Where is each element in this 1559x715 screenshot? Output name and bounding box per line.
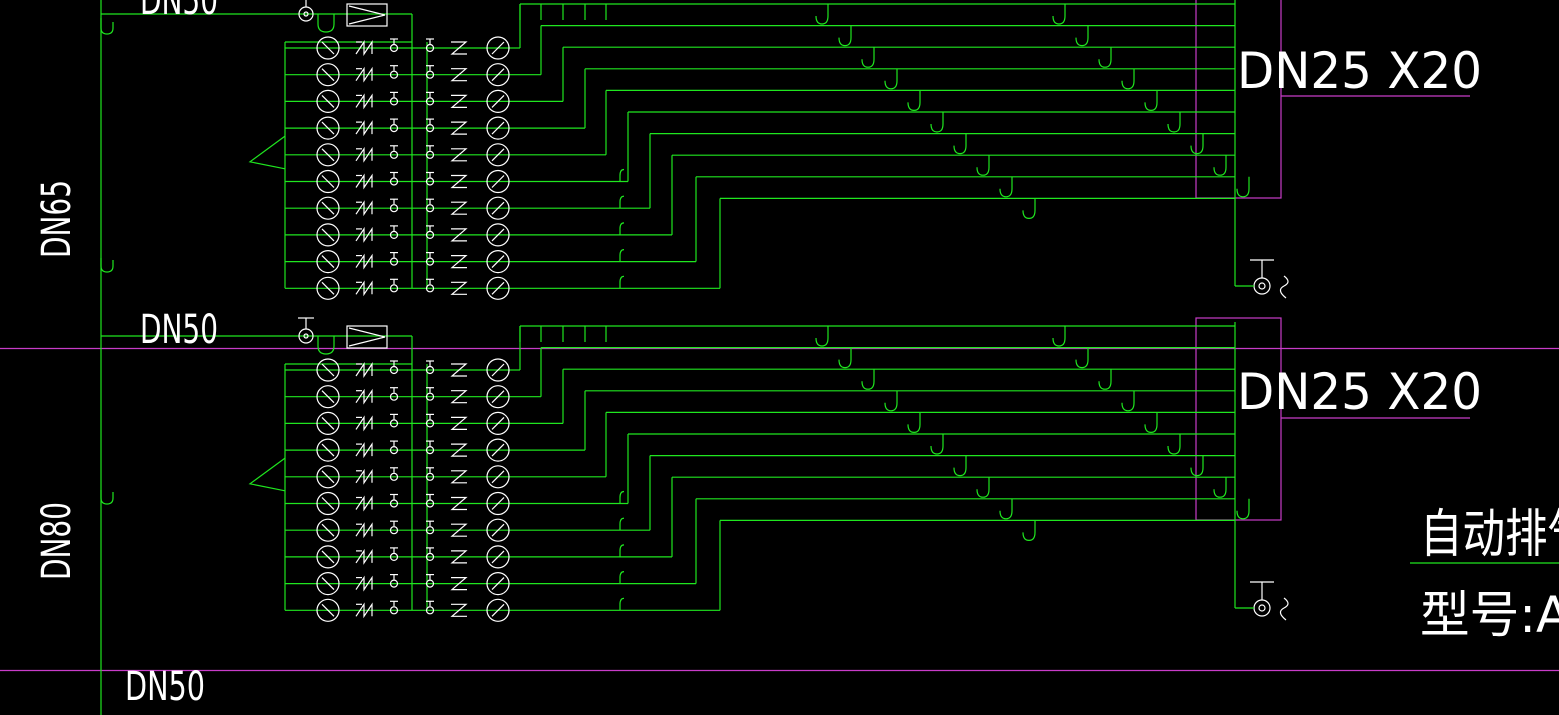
flow-meter-icon bbox=[346, 3, 388, 27]
loop-line bbox=[510, 46, 1235, 103]
pipe-size-label-bottom: DN50 bbox=[125, 664, 205, 710]
air-vent-icon bbox=[1250, 581, 1289, 621]
loop-row bbox=[285, 571, 510, 596]
loop-row bbox=[285, 223, 510, 247]
ball-valve-icon bbox=[389, 413, 399, 428]
ball-valve-icon bbox=[389, 198, 399, 213]
loop-line bbox=[510, 368, 1235, 424]
loop-line bbox=[510, 154, 1235, 236]
note-auto-air-vent: 自动排气 bbox=[1420, 505, 1559, 565]
manifold-size-label-lower: DN25 X20 bbox=[1237, 363, 1482, 421]
ball-valve-icon bbox=[389, 387, 399, 401]
loop-line bbox=[510, 197, 1235, 289]
loop-row bbox=[285, 276, 510, 300]
loop-row bbox=[285, 196, 510, 220]
loop-row bbox=[285, 250, 510, 274]
ball-valve-icon bbox=[389, 118, 399, 133]
loop-line bbox=[510, 111, 1235, 183]
ball-valve-icon bbox=[389, 360, 399, 375]
pipe-size-label-mid: DN50 bbox=[140, 307, 218, 353]
ball-valve-icon bbox=[425, 38, 435, 53]
loop-line bbox=[510, 176, 1250, 263]
flow-meter-icon bbox=[346, 325, 388, 349]
loop-line bbox=[510, 68, 1235, 129]
pipe-size-label-top: DN50 bbox=[140, 0, 218, 24]
ball-valve-icon bbox=[389, 252, 399, 266]
loop-row bbox=[285, 411, 510, 435]
loop-row bbox=[285, 89, 510, 114]
ball-valve-icon bbox=[389, 278, 399, 293]
ball-valve-icon bbox=[389, 145, 399, 159]
loop-line bbox=[510, 390, 1235, 451]
manifold-assembly-upper bbox=[101, 0, 1289, 300]
ball-valve-icon bbox=[389, 38, 399, 53]
loop-line bbox=[510, 519, 1235, 611]
loop-line bbox=[510, 25, 1235, 76]
loop-line bbox=[510, 498, 1250, 585]
note-model: 型号:A bbox=[1420, 586, 1559, 644]
loop-line bbox=[510, 347, 1235, 398]
loop-row bbox=[285, 518, 510, 542]
loop-row bbox=[285, 63, 510, 87]
loop-row bbox=[285, 358, 510, 382]
loop-line bbox=[510, 89, 1235, 156]
loop-row bbox=[285, 465, 510, 489]
ball-valve-icon bbox=[389, 573, 399, 588]
magenta-reference-lines bbox=[0, 0, 1559, 672]
gate-valve-icon bbox=[298, 0, 314, 22]
loop-row bbox=[285, 116, 510, 140]
ball-valve-icon bbox=[389, 225, 399, 239]
loop-row bbox=[285, 491, 510, 516]
manifold-assembly-lower bbox=[101, 317, 1289, 622]
loop-row bbox=[285, 36, 510, 60]
ball-valve-icon bbox=[389, 600, 399, 615]
ball-valve-icon bbox=[389, 171, 399, 186]
ball-valve-icon bbox=[389, 520, 399, 535]
ball-valve-icon bbox=[389, 91, 399, 106]
loop-row bbox=[285, 143, 510, 167]
loop-line bbox=[510, 133, 1235, 209]
loop-line bbox=[510, 476, 1235, 558]
ball-valve-icon bbox=[389, 440, 399, 455]
riser-size-label-lower: DN80 bbox=[34, 502, 80, 580]
ball-valve-icon bbox=[389, 467, 399, 481]
ball-valve-icon bbox=[389, 547, 399, 562]
manifold-size-label-upper: DN25 X20 bbox=[1237, 42, 1482, 100]
loop-row bbox=[285, 385, 510, 409]
loop-row bbox=[285, 545, 510, 569]
main-riser bbox=[100, 0, 114, 715]
loop-line bbox=[510, 433, 1235, 505]
loop-line bbox=[510, 455, 1235, 531]
loop-row bbox=[285, 598, 510, 622]
loop-line bbox=[510, 411, 1235, 478]
ball-valve-icon bbox=[389, 493, 399, 508]
ball-valve-icon bbox=[389, 65, 399, 79]
cad-piping-diagram: DN50 DN65 DN50 DN80 DN50 DN25 X20 DN25 X… bbox=[0, 0, 1559, 715]
air-vent-icon bbox=[1250, 259, 1289, 299]
loop-row bbox=[285, 169, 510, 194]
gate-valve-icon bbox=[298, 317, 314, 344]
riser-size-label-upper: DN65 bbox=[34, 180, 80, 258]
loop-row bbox=[285, 438, 510, 462]
ball-valve-icon bbox=[425, 360, 435, 375]
